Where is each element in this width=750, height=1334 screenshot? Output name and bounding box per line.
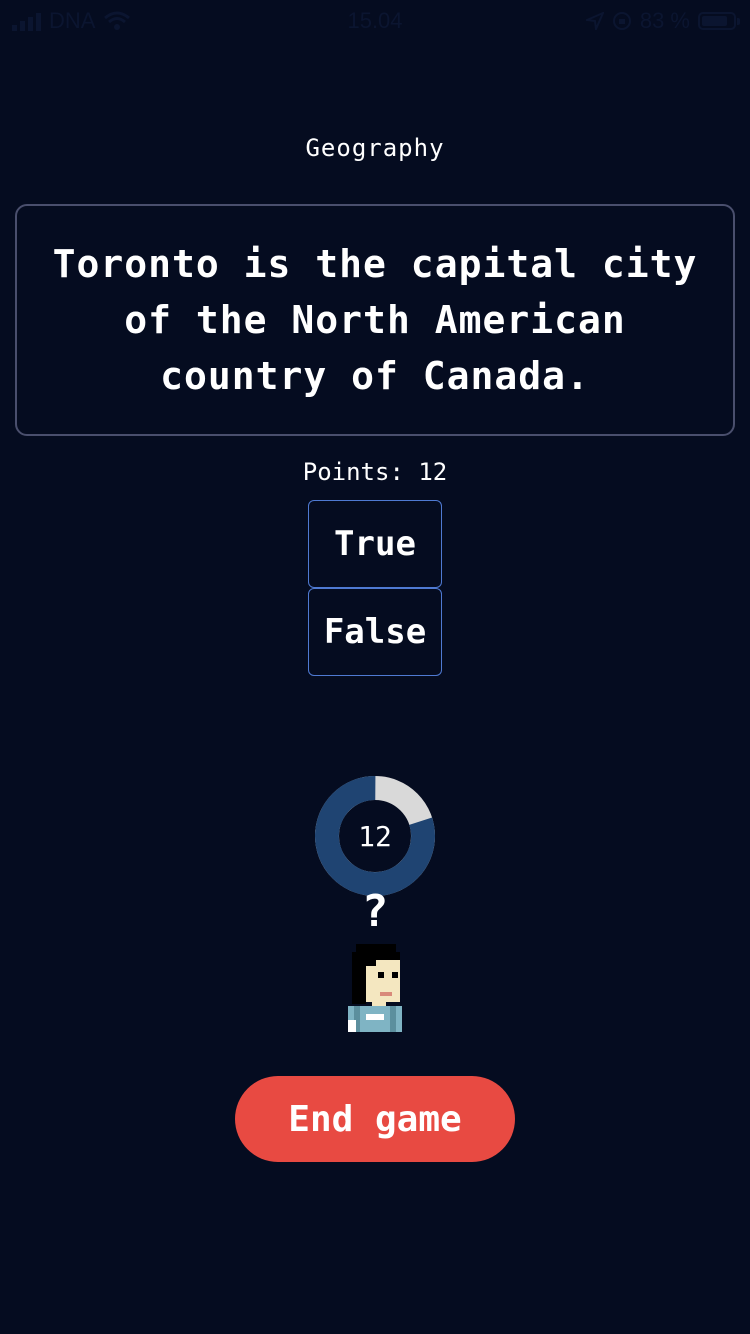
thinking-question-mark: ? bbox=[361, 886, 389, 937]
end-game-button[interactable]: End game bbox=[235, 1076, 515, 1162]
battery-percent: 83 % bbox=[639, 8, 690, 33]
question-text: Toronto is the capital city of the North… bbox=[52, 242, 698, 398]
location-arrow-icon bbox=[585, 12, 604, 30]
orientation-lock-icon bbox=[612, 12, 631, 30]
battery-icon bbox=[698, 12, 740, 30]
countdown-timer: 12 bbox=[315, 776, 435, 896]
timer-value: 12 bbox=[358, 819, 392, 853]
points-label: Points: 12 bbox=[302, 458, 448, 486]
true-button[interactable]: True bbox=[308, 500, 442, 588]
status-bar: DNA 15.04 83 % bbox=[0, 0, 750, 40]
avatar bbox=[348, 944, 402, 1032]
status-right: 83 % bbox=[585, 8, 740, 34]
category-title: Geography bbox=[305, 134, 445, 162]
question-card: Toronto is the capital city of the North… bbox=[15, 204, 735, 436]
false-button[interactable]: False bbox=[308, 588, 442, 676]
